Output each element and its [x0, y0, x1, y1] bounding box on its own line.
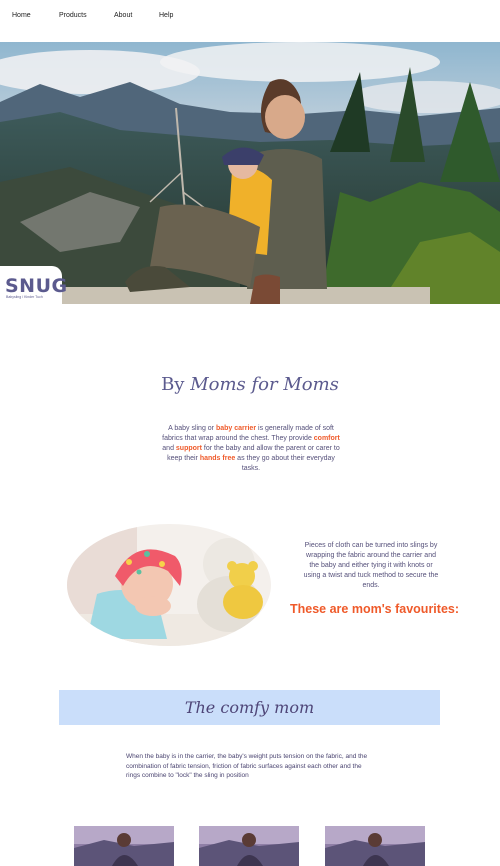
product-thumbnail-1[interactable]: [74, 826, 174, 866]
sling-description: Pieces of cloth can be turned into sling…: [303, 542, 439, 589]
carrier-tension-paragraph: When the baby is in the carrier, the bab…: [126, 753, 368, 779]
hero-image: [0, 42, 500, 304]
intro-text: as they go about their everyday tasks.: [235, 455, 335, 472]
baby-photo: [67, 524, 271, 646]
baby-with-teddy-image: [67, 524, 271, 646]
nav-help-link[interactable]: Help: [159, 12, 173, 19]
product-thumbnail-3[interactable]: [325, 826, 425, 866]
nav-about-link[interactable]: About: [114, 12, 132, 19]
thumbnail-image: [325, 826, 425, 866]
highlight-baby-carrier: baby carrier: [215, 425, 257, 432]
heading-by: By: [161, 374, 191, 395]
intro-paragraph: A baby sling or baby carrier is generall…: [160, 424, 342, 474]
comfy-mom-banner: The comfy mom: [59, 690, 440, 725]
banner-title: The comfy mom: [184, 698, 315, 717]
thumbnail-image: [74, 826, 174, 866]
highlight-hands-free: hands free: [199, 455, 236, 462]
highlight-comfort: comfort: [313, 435, 340, 442]
section-heading: By Moms for Moms: [0, 374, 500, 395]
top-nav: Home Products About Help: [0, 0, 500, 42]
logo-text: SNUG: [5, 275, 68, 297]
product-thumbnail-2[interactable]: [199, 826, 299, 866]
snug-logo[interactable]: SNUG Babysling / Kinder Tuch: [0, 266, 67, 304]
intro-text: and: [162, 445, 176, 452]
logo-tagline: Babysling / Kinder Tuch: [6, 295, 43, 299]
hero-photo-mountain-mom: [0, 42, 500, 304]
highlight-support: support: [175, 445, 202, 452]
intro-text: A baby sling or: [168, 425, 216, 432]
thumbnail-image: [199, 826, 299, 866]
nav-home-link[interactable]: Home: [12, 12, 31, 19]
favourites-heading: These are mom's favourites:: [290, 602, 460, 616]
heading-moms-for-moms: Moms for Moms: [190, 374, 339, 395]
nav-products-link[interactable]: Products: [59, 12, 87, 19]
